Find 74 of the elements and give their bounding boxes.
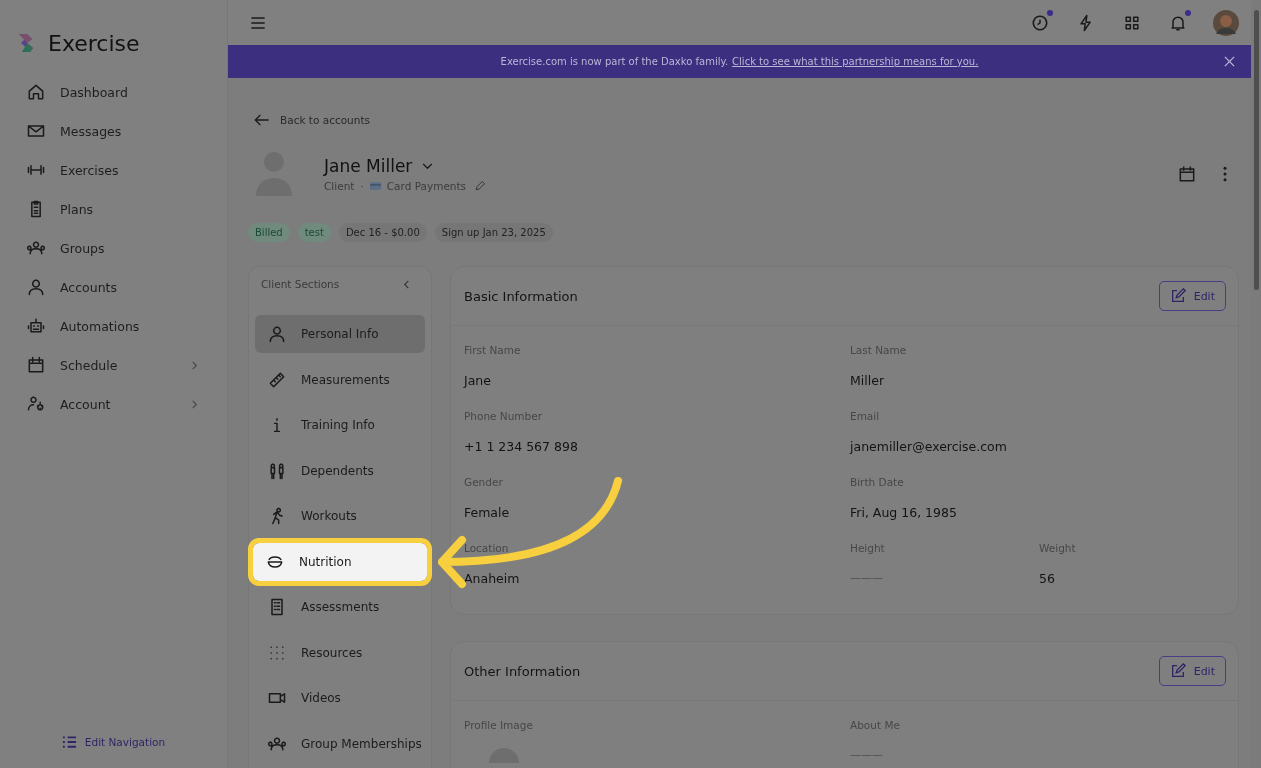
nav-item[interactable]: Automations bbox=[26, 314, 227, 338]
section-item[interactable]: Workouts bbox=[255, 497, 425, 535]
edit-icon bbox=[1169, 288, 1186, 304]
field-value: ——— bbox=[850, 748, 883, 761]
field-label: Weight bbox=[1039, 542, 1076, 554]
card-title: Basic Information bbox=[464, 288, 578, 304]
section-item[interactable]: Resources bbox=[255, 633, 425, 672]
field-label: About Me bbox=[850, 719, 900, 731]
field-label: Location bbox=[464, 542, 509, 554]
person-icon bbox=[267, 324, 287, 344]
field-value: Miller bbox=[850, 373, 885, 388]
person-gear-icon bbox=[26, 394, 46, 414]
client-name: Jane Miller bbox=[324, 156, 413, 176]
section-item[interactable]: Personal Info bbox=[255, 315, 425, 353]
nav-item[interactable]: Plans bbox=[26, 197, 227, 221]
nav-item[interactable]: Dashboard bbox=[26, 80, 227, 104]
field-value: Fri, Aug 16, 1985 bbox=[850, 505, 957, 520]
chevron-down-icon[interactable] bbox=[422, 162, 434, 170]
field-label: Phone Number bbox=[464, 410, 543, 422]
list-icon bbox=[61, 736, 77, 748]
section-item[interactable]: Assessments bbox=[255, 588, 425, 626]
field-value: +1 1 234 567 898 bbox=[464, 439, 578, 454]
tag: Sign up Jan 23, 2025 bbox=[434, 223, 553, 242]
field-label: First Name bbox=[464, 344, 521, 356]
field-label: Last Name bbox=[850, 344, 907, 356]
field-value: Jane bbox=[464, 373, 491, 388]
edit-navigation-link[interactable]: Edit Navigation bbox=[61, 736, 166, 748]
robot-icon bbox=[26, 316, 46, 336]
section-item[interactable]: Group Memberships bbox=[255, 724, 425, 763]
field-value: 56 bbox=[1039, 571, 1055, 586]
nav-item[interactable]: Schedule bbox=[26, 353, 227, 377]
calendar-icon bbox=[26, 355, 46, 375]
calendar-icon[interactable] bbox=[1177, 164, 1197, 184]
banner-text: Exercise.com is now part of the Daxko family. bbox=[500, 56, 729, 67]
field-value: Anaheim bbox=[464, 571, 520, 586]
field-label: Profile Image bbox=[464, 719, 533, 731]
separator-dot: · bbox=[360, 180, 364, 192]
edit-button[interactable]: Edit bbox=[1158, 656, 1226, 686]
field-label: Email bbox=[850, 410, 880, 422]
back-link[interactable]: Back to accounts bbox=[252, 110, 1239, 130]
person-icon bbox=[26, 277, 46, 297]
payment-type: Card Payments bbox=[386, 180, 467, 192]
panel-title: Client Sections bbox=[261, 278, 340, 290]
edit-button[interactable]: Edit bbox=[1158, 281, 1226, 311]
brand-name: Exercise bbox=[48, 30, 140, 56]
tag: Dec 16 - $0.00 bbox=[338, 223, 427, 242]
info-icon bbox=[273, 415, 281, 435]
section-item[interactable]: Measurements bbox=[255, 360, 425, 399]
chevron-left-icon[interactable] bbox=[402, 279, 411, 289]
client-role: Client bbox=[324, 180, 355, 192]
section-item[interactable]: Videos bbox=[255, 679, 425, 717]
field-value: Female bbox=[464, 505, 510, 520]
nav-item[interactable]: Messages bbox=[26, 119, 227, 143]
home-icon bbox=[26, 82, 46, 102]
section-item[interactable]: Training Info bbox=[255, 406, 425, 444]
field-label: Birth Date bbox=[850, 476, 904, 488]
close-icon[interactable] bbox=[1224, 56, 1235, 67]
tag: test bbox=[297, 223, 331, 242]
credit-card-icon bbox=[369, 182, 381, 190]
field-label: Height bbox=[850, 542, 885, 554]
edit-icon bbox=[1169, 663, 1186, 679]
field-value: janemiller@exercise.com bbox=[850, 439, 1007, 454]
nav-item[interactable]: Groups bbox=[26, 236, 227, 260]
card-title: Other Information bbox=[464, 663, 581, 679]
tag: Billed bbox=[248, 223, 290, 242]
nav-item[interactable]: Exercises bbox=[26, 158, 227, 182]
nav-item[interactable]: Accounts bbox=[26, 275, 227, 299]
field-label: Gender bbox=[464, 476, 503, 488]
avatar[interactable] bbox=[1213, 9, 1239, 36]
banner-link[interactable]: Click to see what this partnership means for you. bbox=[732, 56, 979, 67]
section-item[interactable]: Dependents bbox=[255, 451, 425, 490]
pencil-icon[interactable] bbox=[474, 180, 487, 192]
field-value: ——— bbox=[850, 571, 883, 584]
nav-item[interactable]: Account bbox=[26, 392, 227, 416]
